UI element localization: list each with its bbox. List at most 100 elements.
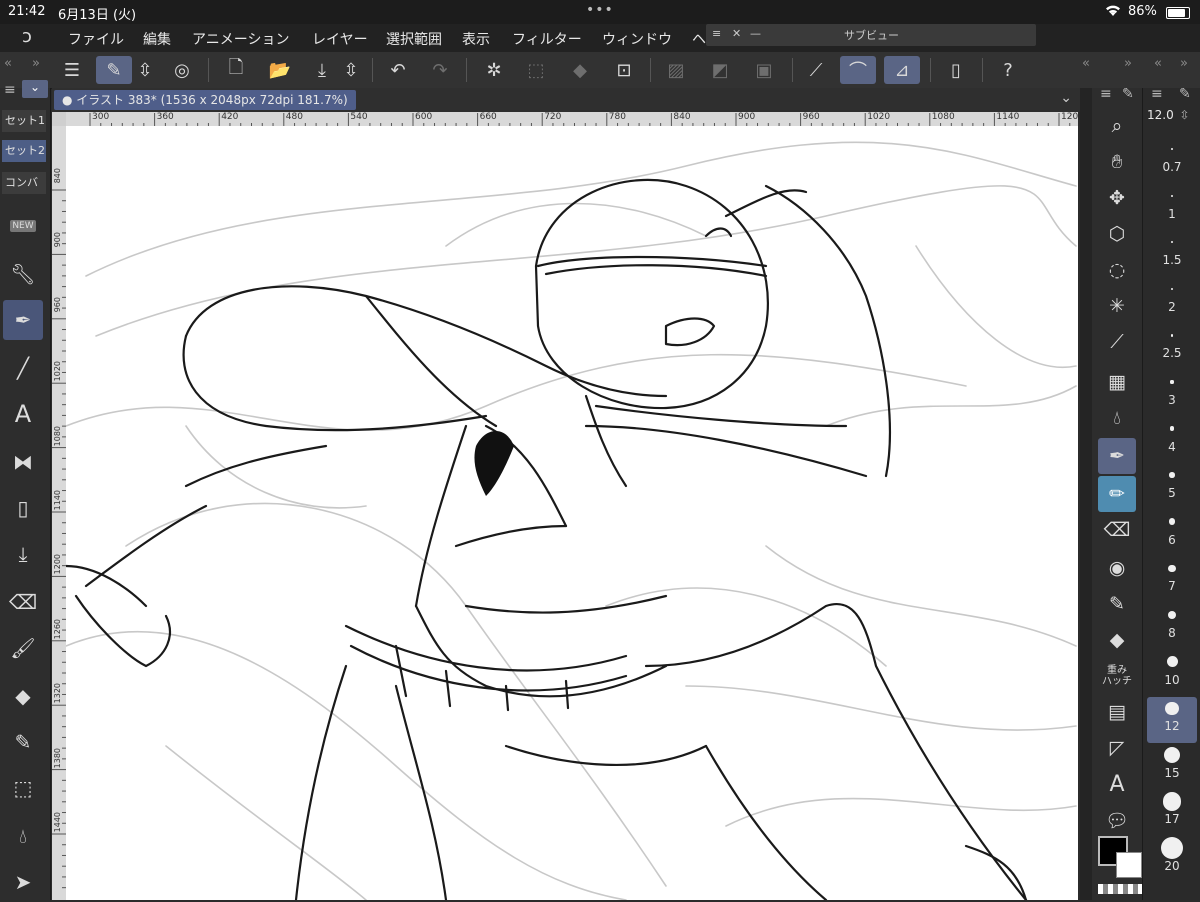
tab-set2[interactable]: セット2 (2, 140, 46, 162)
brush-size-option[interactable]: 10 (1147, 651, 1197, 697)
brush-size-option[interactable]: 5 (1147, 464, 1197, 510)
sub-color-swatch[interactable] (1116, 852, 1142, 878)
selection-icon[interactable]: ⬚ (3, 768, 43, 808)
frame-icon[interactable]: ▤ (1098, 694, 1136, 730)
brush-icon[interactable]: 🖌︎ (3, 628, 43, 668)
undo-icon[interactable]: ↶ (380, 56, 416, 84)
menu-filter[interactable]: フィルター (512, 29, 582, 49)
collapse-right-icon[interactable]: « (1154, 56, 1162, 71)
canvas-tab[interactable]: ● イラスト 383* (1536 x 2048px 72dpi 181.7%) (54, 90, 356, 110)
clip-studio-icon[interactable]: ◎ (164, 56, 200, 84)
menu-icon[interactable]: ☰ (54, 56, 90, 84)
collapse-right-icon[interactable]: « (1082, 56, 1090, 71)
transform-icon[interactable]: ⊡ (606, 56, 642, 84)
clear-selection-icon[interactable]: ⬚ (518, 56, 554, 84)
select-all-icon[interactable]: ▨ (658, 56, 694, 84)
menu-edit[interactable]: 編集 (143, 29, 171, 49)
zoom-icon[interactable]: ⌕ (1098, 108, 1136, 144)
invert-selection-icon[interactable]: ◩ (702, 56, 738, 84)
brush-size-option[interactable]: 15 (1147, 744, 1197, 790)
move-icon[interactable]: ✥ (1098, 180, 1136, 216)
new-file-icon[interactable]: 🗋 (218, 56, 254, 84)
menu-animation[interactable]: アニメーション (192, 29, 289, 49)
panel-gutter[interactable] (1080, 88, 1092, 900)
menu-help[interactable]: ヘ (692, 29, 706, 49)
pencil-icon[interactable]: ✏︎ (1098, 476, 1136, 512)
edit-mode-icon[interactable]: ✎ (96, 56, 132, 84)
brush-size-option[interactable]: 7 (1147, 557, 1197, 603)
text-icon[interactable]: A (3, 394, 43, 434)
brush-size-option[interactable]: 8 (1147, 604, 1197, 650)
smartphone-icon[interactable]: ▯ (938, 56, 974, 84)
blend-icon[interactable]: 💧︎ (1098, 400, 1136, 436)
expand-right-icon[interactable]: » (1124, 56, 1132, 71)
airbrush-icon[interactable]: ◉ (1098, 550, 1136, 586)
drag-handle-icon[interactable]: ≡ (1100, 86, 1112, 102)
clip-studio-logo-icon[interactable]: ↄ (22, 26, 32, 47)
selection-border-icon[interactable]: ▣ (746, 56, 782, 84)
decoration-icon[interactable]: ✎ (1098, 586, 1136, 622)
tray-icon[interactable]: ⤓ (3, 534, 43, 574)
brush-icon[interactable]: ✎ (1122, 86, 1134, 102)
save-icon[interactable]: ⤓ (304, 56, 340, 84)
brush-size-option[interactable]: 6 (1147, 511, 1197, 557)
collapse-left-icon[interactable]: « (4, 56, 12, 71)
brush-size-option[interactable]: 0.7 (1147, 138, 1197, 184)
pen-nib-icon[interactable]: ✎ (3, 722, 43, 762)
brush-size-option[interactable]: 2 (1147, 278, 1197, 324)
pen-icon[interactable]: ✒︎ (3, 300, 43, 340)
brush-size-value[interactable]: 12.0 ⇳ (1147, 108, 1197, 128)
drag-handle-icon[interactable]: ≡ (4, 82, 16, 98)
line-icon[interactable]: ╱ (3, 348, 43, 388)
brush-size-option[interactable]: 17 (1147, 790, 1197, 836)
ruler-snap-icon[interactable]: ⟋ (798, 56, 834, 84)
chevron-down-icon[interactable]: ⌄ (1060, 90, 1072, 106)
multitasking-dots-icon[interactable]: ••• (586, 2, 614, 18)
lasso-icon[interactable]: ◌ (1098, 252, 1136, 288)
minimize-icon[interactable]: — (750, 27, 761, 40)
brush-icon[interactable]: ✎ (1179, 86, 1191, 102)
cursor-icon[interactable]: ➤ (3, 862, 43, 902)
ruler-icon[interactable]: ◸ (1098, 730, 1136, 766)
hand-icon[interactable]: ✋︎ (1098, 144, 1136, 180)
menu-file[interactable]: ファイル (68, 29, 124, 49)
grid-snap-icon[interactable]: ⊿ (884, 56, 920, 84)
close-icon[interactable]: ✕ (732, 27, 741, 40)
brush-size-option[interactable]: 2.5 (1147, 324, 1197, 370)
brush-size-option[interactable]: 1 (1147, 185, 1197, 231)
blend-icon[interactable]: 💧︎ (3, 816, 43, 856)
smartphone-icon[interactable]: ▯ (3, 488, 43, 528)
fill-icon[interactable]: ◆ (562, 56, 598, 84)
subview-panel[interactable]: ≡ ✕ — サブビュー (706, 24, 1036, 46)
transparent-color-swatch[interactable] (1098, 884, 1142, 894)
object-select-icon[interactable]: ⬡ (1098, 216, 1136, 252)
brush-size-option[interactable]: 12 (1147, 697, 1197, 744)
eraser-icon[interactable]: ⌫ (3, 582, 43, 622)
gradient-icon[interactable]: ▦ (1098, 364, 1136, 400)
loading-icon[interactable]: ✲ (476, 56, 512, 84)
text-icon[interactable]: A (1098, 766, 1136, 802)
new-icon[interactable]: NEW (3, 206, 43, 246)
tab-set1[interactable]: セット1 (2, 110, 46, 132)
stepper-icon[interactable]: ⇳ (1180, 108, 1190, 122)
pen-icon[interactable]: ✒︎ (1098, 438, 1136, 474)
drawing-canvas[interactable] (66, 126, 1078, 900)
brush-size-option[interactable]: 20 (1147, 837, 1197, 883)
menu-window[interactable]: ウィンドウ (602, 29, 672, 49)
special-ruler-snap-icon[interactable]: ⌒ (840, 56, 876, 84)
balloon-icon[interactable]: 💬︎ (1098, 802, 1136, 838)
fill-bucket-icon[interactable]: ◆ (3, 676, 43, 716)
weight-hatch-icon[interactable]: 重み ハッチ (1098, 658, 1136, 694)
fill-bucket-icon[interactable]: ◆ (1098, 622, 1136, 658)
chevron-updown-icon[interactable]: ⇳ (340, 56, 362, 84)
brush-size-option[interactable]: 1.5 (1147, 231, 1197, 277)
eyedropper-icon[interactable]: ⟋ (1098, 324, 1136, 360)
drag-handle-icon[interactable]: ≡ (712, 27, 721, 40)
brush-size-option[interactable]: 4 (1147, 418, 1197, 464)
magic-wand-icon[interactable]: ✳ (1098, 288, 1136, 324)
redo-icon[interactable]: ↷ (422, 56, 458, 84)
expand-left-icon[interactable]: » (32, 56, 40, 71)
expand-right-icon[interactable]: » (1180, 56, 1188, 71)
menu-selection[interactable]: 選択範囲 (386, 29, 442, 49)
menu-layer[interactable]: レイヤー (312, 29, 368, 49)
